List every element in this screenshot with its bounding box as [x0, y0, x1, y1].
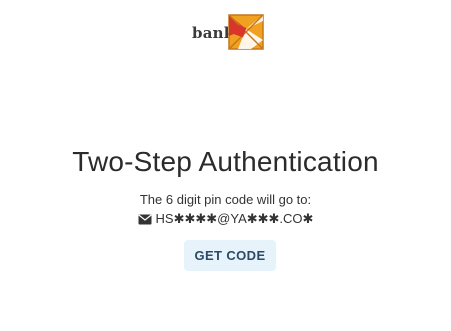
envelope-icon: [137, 214, 152, 224]
auth-page: bank Two-Step Authentication The 6 digit…: [0, 0, 451, 331]
bank-logo: bank: [192, 12, 272, 54]
destination-prompt: The 6 digit pin code will go to:: [139, 192, 312, 207]
page-title: Two-Step Authentication: [72, 146, 379, 177]
bank-logo-mark-icon: [228, 14, 264, 50]
get-code-button[interactable]: GET CODE: [184, 240, 276, 271]
masked-email: HS✱✱✱✱@YA✱✱✱.CO✱: [155, 211, 314, 226]
destination-row: HS✱✱✱✱@YA✱✱✱.CO✱: [0, 211, 451, 227]
